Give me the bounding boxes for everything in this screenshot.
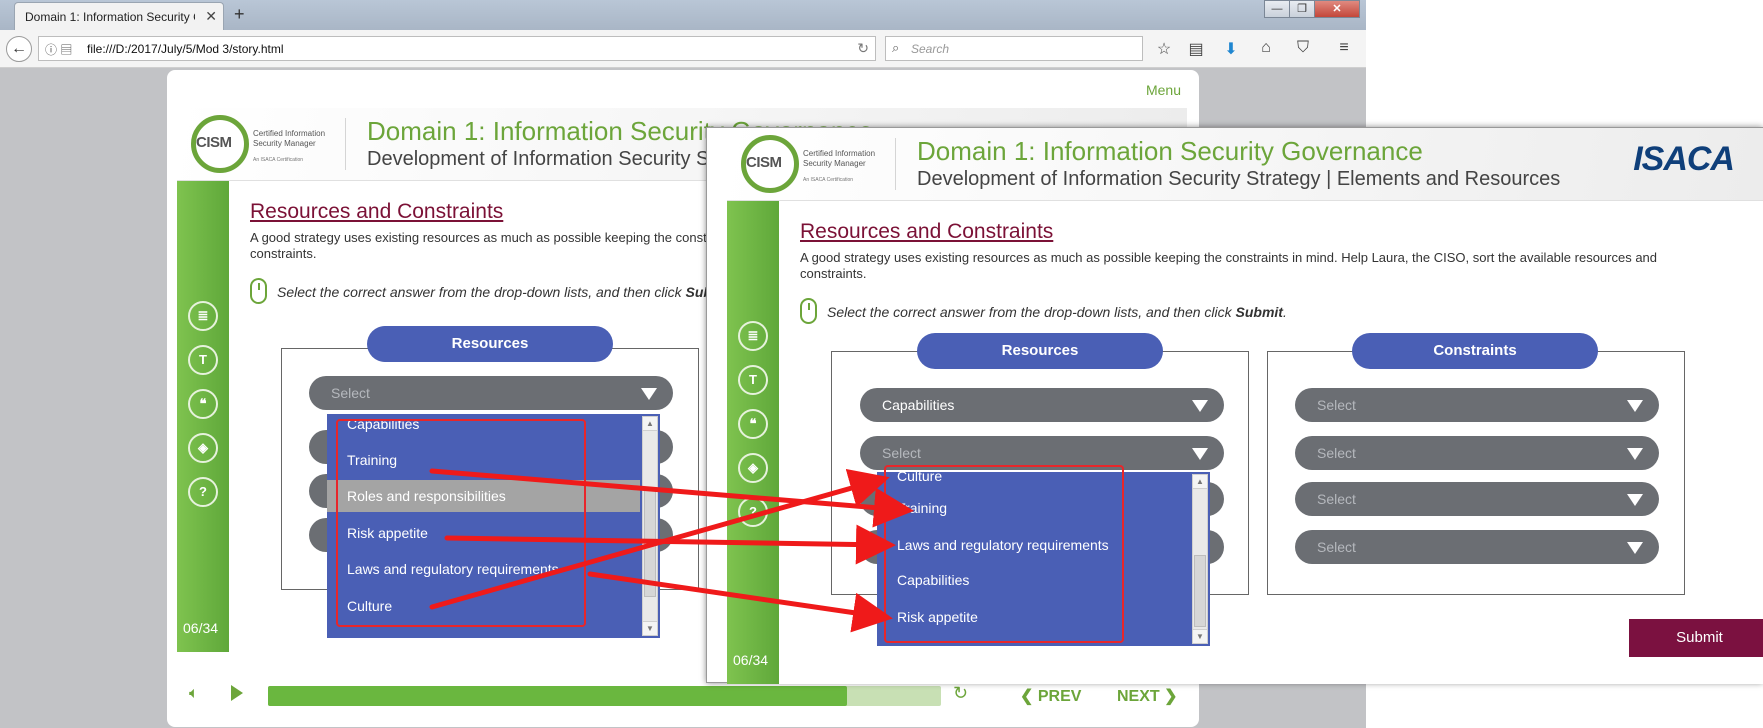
search-icon: ⌕ [892, 40, 900, 55]
slide-heading: Resources and Constraints [800, 220, 1054, 243]
resource-dropdown-1[interactable]: Select [309, 376, 673, 410]
help-icon[interactable]: ? [738, 497, 768, 527]
hamburger-menu-icon[interactable]: ≡ [1334, 39, 1354, 57]
progress-bar[interactable] [268, 686, 941, 706]
overlay-slide-content: CISM Certified Information Security Manag… [727, 128, 1763, 684]
scroll-up-icon[interactable]: ▲ [1193, 475, 1207, 489]
tab-title: Domain 1: Information Security G [25, 10, 195, 24]
bookmark-star-icon[interactable]: ☆ [1154, 39, 1174, 59]
constraints-header: Constraints [1352, 333, 1598, 369]
help-icon[interactable]: ? [188, 477, 218, 507]
cism-logo: CISM Certified Information Security Manag… [191, 115, 341, 173]
tab-close-icon[interactable]: ✕ [205, 8, 217, 25]
instruction-text: Select the correct answer from the drop-… [277, 284, 737, 300]
progress-fill [268, 686, 847, 706]
prev-button[interactable]: ❮ PREV [1020, 686, 1081, 706]
address-bar[interactable]: ⓘ ▤ file:///D:/2017/July/5/Mod 3/story.h… [38, 36, 876, 61]
constraint-dropdown-1[interactable]: Select [1295, 388, 1659, 422]
domain-title: Domain 1: Information Security Governanc… [917, 136, 1423, 166]
maximize-button[interactable]: ❐ [1289, 0, 1315, 18]
search-placeholder: Search [911, 42, 950, 56]
scroll-up-icon[interactable]: ▲ [643, 417, 657, 431]
page-counter: 06/34 [733, 652, 769, 668]
navigation-bar: ← ⓘ ▤ file:///D:/2017/July/5/Mod 3/story… [0, 30, 1366, 68]
slide-heading: Resources and Constraints [250, 200, 504, 223]
resources-icon[interactable]: ◈ [738, 453, 768, 483]
submit-button[interactable]: Submit [1629, 619, 1763, 657]
annotation-box [336, 419, 586, 627]
minimize-button[interactable]: — [1264, 0, 1290, 18]
annotation-box [884, 465, 1124, 643]
reload-icon[interactable]: ↻ [857, 40, 869, 57]
downloads-icon[interactable]: ⬇ [1221, 39, 1241, 59]
isaca-logo: ISACA [1633, 140, 1735, 178]
mouse-icon [800, 298, 817, 324]
resources-header: Resources [917, 333, 1163, 369]
scroll-thumb[interactable] [1194, 555, 1206, 627]
slide-intro: A good strategy uses existing resources … [800, 250, 1658, 281]
list-scrollbar[interactable]: ▲ ▼ [1192, 474, 1208, 644]
page-counter: 06/34 [183, 620, 219, 636]
course-sidebar: ≣ T ❝ ◈ ? 06/34 [727, 201, 779, 684]
reading-list-icon[interactable]: ▤ [1186, 39, 1206, 59]
resources-icon[interactable]: ◈ [188, 433, 218, 463]
transcript-icon[interactable]: T [738, 365, 768, 395]
close-window-button[interactable]: ✕ [1314, 0, 1360, 18]
domain-subtitle: Development of Information Security Stra… [917, 168, 1561, 190]
replay-icon[interactable]: ↻ [953, 683, 968, 704]
glossary-icon[interactable]: ≣ [188, 301, 218, 331]
browser-tab[interactable]: Domain 1: Information Security G ✕ [14, 2, 224, 30]
mouse-icon [250, 278, 267, 304]
constraint-dropdown-3[interactable]: Select [1295, 482, 1659, 516]
url-text: file:///D:/2017/July/5/Mod 3/story.html [87, 42, 284, 56]
resource-dropdown-1[interactable]: Capabilities [860, 388, 1224, 422]
pocket-icon[interactable]: ⛉ [1293, 39, 1313, 57]
search-input[interactable]: ⌕ Search [885, 36, 1143, 61]
glossary-icon[interactable]: ≣ [738, 321, 768, 351]
resources-header: Resources [367, 326, 613, 362]
scroll-down-icon[interactable]: ▼ [643, 621, 657, 635]
quote-icon[interactable]: ❝ [738, 409, 768, 439]
list-scrollbar[interactable]: ▲ ▼ [642, 416, 658, 636]
tab-strip: Domain 1: Information Security G ✕ + — ❐… [0, 0, 1366, 30]
overlay-slide: CISM Certified Information Security Manag… [706, 127, 1763, 684]
constraint-dropdown-2[interactable]: Select [1295, 436, 1659, 470]
scroll-down-icon[interactable]: ▼ [1193, 629, 1207, 643]
course-sidebar: ≣ T ❝ ◈ ? 06/34 [177, 181, 229, 652]
course-menu-link[interactable]: Menu [1146, 82, 1181, 98]
slide-header: CISM Certified Information Security Manag… [727, 128, 1763, 201]
site-info-icon[interactable]: ⓘ ▤ [45, 41, 72, 58]
cism-logo: CISM Certified Information Security Manag… [741, 135, 891, 193]
scroll-thumb[interactable] [644, 487, 656, 597]
back-arrow-icon[interactable]: ← [6, 36, 32, 62]
transcript-icon[interactable]: T [188, 345, 218, 375]
instruction-text: Select the correct answer from the drop-… [827, 304, 1287, 320]
home-icon[interactable]: ⌂ [1256, 39, 1276, 57]
volume-icon[interactable]: 🔈︎ [189, 685, 199, 703]
play-icon[interactable] [231, 685, 243, 701]
constraint-dropdown-4[interactable]: Select [1295, 530, 1659, 564]
quote-icon[interactable]: ❝ [188, 389, 218, 419]
new-tab-icon[interactable]: + [234, 4, 245, 25]
next-button[interactable]: NEXT ❯ [1117, 686, 1178, 706]
